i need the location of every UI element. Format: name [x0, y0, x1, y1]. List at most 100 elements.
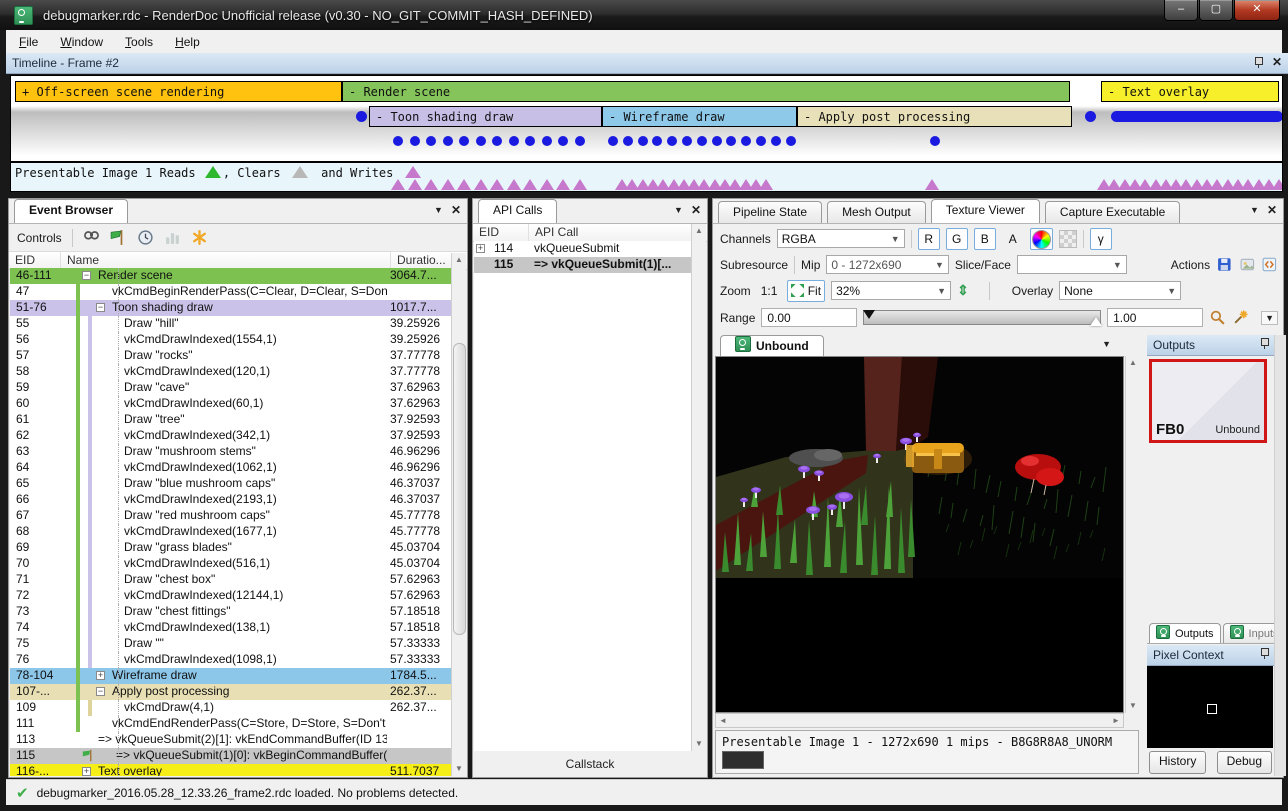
viewport-vscrollbar[interactable]: ▲ ▼: [1125, 356, 1140, 713]
bookmark-flag-icon[interactable]: [110, 229, 127, 246]
debug-button[interactable]: Debug: [1217, 751, 1272, 774]
zoom-1to1-button[interactable]: 1:1: [757, 280, 782, 302]
event-row[interactable]: 113=> vkQueueSubmit(2)[1]: vkEndCommandB…: [10, 732, 452, 748]
expander-icon[interactable]: −: [96, 687, 105, 696]
tab-capture-executable[interactable]: Capture Executable: [1045, 201, 1180, 223]
fb0-thumbnail[interactable]: FB0 Unbound: [1149, 359, 1267, 443]
magnifier-icon[interactable]: [1209, 309, 1226, 326]
tab-texture-viewer[interactable]: Texture Viewer: [931, 199, 1040, 223]
expander-icon[interactable]: +: [96, 671, 105, 680]
event-row[interactable]: 68vkCmdDrawIndexed(1677,1)45.77778: [10, 524, 452, 540]
api-calls-table[interactable]: 114+vkQueueSubmit115=> vkQueueSubmit(1)[…: [474, 241, 692, 751]
attach-image-icon[interactable]: [1239, 256, 1256, 273]
menu-file[interactable]: File: [10, 32, 47, 52]
timeline-bar[interactable]: - Apply post processing: [797, 106, 1072, 127]
event-row[interactable]: 59Draw "cave"37.62963: [10, 380, 452, 396]
menu-window[interactable]: Window: [51, 32, 112, 52]
tab-unbound[interactable]: Unbound: [720, 335, 824, 356]
event-row[interactable]: 62vkCmdDrawIndexed(342,1)37.92593: [10, 428, 452, 444]
tab-event-browser[interactable]: Event Browser: [14, 199, 128, 223]
save-icon[interactable]: [1216, 256, 1233, 273]
event-row[interactable]: 115=> vkQueueSubmit(1)[0]: vkBeginComman…: [10, 748, 452, 764]
event-row[interactable]: 73Draw "chest fittings"57.18518: [10, 604, 452, 620]
channels-select[interactable]: RGBA▼: [777, 229, 905, 248]
minimize-button[interactable]: –: [1164, 0, 1198, 21]
api-call-row[interactable]: 115=> vkQueueSubmit(1)[...: [474, 257, 692, 273]
expander-icon[interactable]: +: [476, 244, 485, 253]
timeline-bar[interactable]: - Wireframe draw: [602, 106, 797, 127]
zoom-fit-button[interactable]: Fit: [787, 280, 825, 302]
timeline-bar[interactable]: - Toon shading draw: [369, 106, 602, 127]
close-button[interactable]: ✕: [1234, 0, 1280, 21]
event-browser-scrollbar[interactable]: ▲ ▼: [451, 253, 466, 776]
event-row[interactable]: 111vkCmdEndRenderPass(C=Store, D=Store, …: [10, 716, 452, 732]
history-button[interactable]: History: [1149, 751, 1206, 774]
event-row[interactable]: 63Draw "mushroom stems"46.96296: [10, 444, 452, 460]
channel-b-button[interactable]: B: [974, 228, 996, 250]
tab-mesh-output[interactable]: Mesh Output: [827, 201, 926, 223]
api-calls-column-header[interactable]: EID API Call: [473, 224, 707, 242]
event-row[interactable]: 60vkCmdDrawIndexed(60,1)37.62963: [10, 396, 452, 412]
event-row[interactable]: 109vkCmdDraw(4,1)262.37...: [10, 700, 452, 716]
close-icon[interactable]: ✕: [1267, 203, 1277, 217]
range-black-handle[interactable]: [863, 310, 875, 319]
panel-menu-icon[interactable]: ▼: [434, 205, 443, 215]
event-row[interactable]: 55Draw "hill"39.25926: [10, 316, 452, 332]
channel-a-button[interactable]: A: [1002, 228, 1024, 250]
texture-image-canvas[interactable]: [715, 356, 1124, 713]
pin-icon[interactable]: [1259, 337, 1270, 349]
event-row[interactable]: 71Draw "chest box"57.62963: [10, 572, 452, 588]
event-row[interactable]: 64vkCmdDrawIndexed(1062,1)46.96296: [10, 460, 452, 476]
event-row[interactable]: 56vkCmdDrawIndexed(1554,1)39.25926: [10, 332, 452, 348]
channel-g-button[interactable]: G: [946, 228, 968, 250]
event-row[interactable]: 78-104+Wireframe draw1784.5...: [10, 668, 452, 684]
event-row[interactable]: 67Draw "red mushroom caps"45.77778: [10, 508, 452, 524]
pin-icon[interactable]: [1259, 647, 1270, 659]
timeline-bar[interactable]: - Render scene: [342, 81, 1070, 102]
event-row[interactable]: 65Draw "blue mushroom caps"46.37037: [10, 476, 452, 492]
event-row[interactable]: 75Draw ""57.33333: [10, 636, 452, 652]
event-row[interactable]: 70vkCmdDrawIndexed(516,1)45.03704: [10, 556, 452, 572]
gamma-button[interactable]: γ: [1090, 228, 1112, 250]
time-icon[interactable]: [137, 229, 154, 246]
event-row[interactable]: 72vkCmdDrawIndexed(12144,1)57.62963: [10, 588, 452, 604]
tab-outputs[interactable]: Outputs: [1149, 623, 1221, 643]
expander-icon[interactable]: −: [82, 271, 91, 280]
range-max-value[interactable]: 1.00: [1107, 308, 1203, 327]
timeline-chart[interactable]: + Off-screen scene rendering- Render sce…: [10, 75, 1283, 162]
sidebar-scroll-strip[interactable]: [1274, 335, 1286, 776]
checkerboard-button[interactable]: [1059, 230, 1077, 248]
close-icon[interactable]: ✕: [1272, 55, 1282, 69]
pixel-context-view[interactable]: [1147, 666, 1273, 748]
mip-select[interactable]: 0 - 1272x690▼: [826, 255, 949, 274]
channel-r-button[interactable]: R: [918, 228, 940, 250]
event-row[interactable]: 76vkCmdDrawIndexed(1098,1)57.33333: [10, 652, 452, 668]
event-row[interactable]: 58vkCmdDrawIndexed(120,1)37.77778: [10, 364, 452, 380]
menu-tools[interactable]: Tools: [116, 32, 162, 52]
range-min-value[interactable]: 0.00: [761, 308, 857, 327]
range-white-handle[interactable]: [1090, 317, 1102, 326]
find-icon[interactable]: [83, 229, 100, 246]
tab-pipeline-state[interactable]: Pipeline State: [718, 201, 822, 223]
event-row[interactable]: 57Draw "rocks"37.77778: [10, 348, 452, 364]
autofit-wand-icon[interactable]: [1232, 309, 1249, 326]
api-calls-scrollbar[interactable]: ▲ ▼: [691, 224, 706, 751]
api-call-row[interactable]: 114+vkQueueSubmit: [474, 241, 692, 257]
colorwheel-button[interactable]: [1030, 228, 1053, 250]
panel-menu-icon[interactable]: ▼: [674, 205, 683, 215]
open-in-code-icon[interactable]: [1261, 256, 1278, 273]
expander-icon[interactable]: +: [82, 767, 91, 776]
pin-icon[interactable]: [1253, 56, 1264, 68]
close-icon[interactable]: ✕: [451, 203, 461, 217]
viewport-hscrollbar[interactable]: ◄ ►: [715, 713, 1124, 728]
event-row[interactable]: 46-111−Render scene3064.7...: [10, 268, 452, 284]
event-row[interactable]: 107-...−Apply post processing262.37...: [10, 684, 452, 700]
stats-icon[interactable]: [164, 229, 181, 246]
close-icon[interactable]: ✕: [691, 203, 701, 217]
overlay-select[interactable]: None▼: [1059, 281, 1181, 300]
title-bar[interactable]: debugmarker.rdc - RenderDoc Unofficial r…: [0, 0, 1288, 30]
event-browser-table[interactable]: 46-111−Render scene3064.7...47vkCmdBegin…: [10, 268, 452, 776]
maximize-button[interactable]: ▢: [1199, 0, 1233, 21]
range-slider[interactable]: [863, 310, 1101, 325]
event-row[interactable]: 69Draw "grass blades"45.03704: [10, 540, 452, 556]
